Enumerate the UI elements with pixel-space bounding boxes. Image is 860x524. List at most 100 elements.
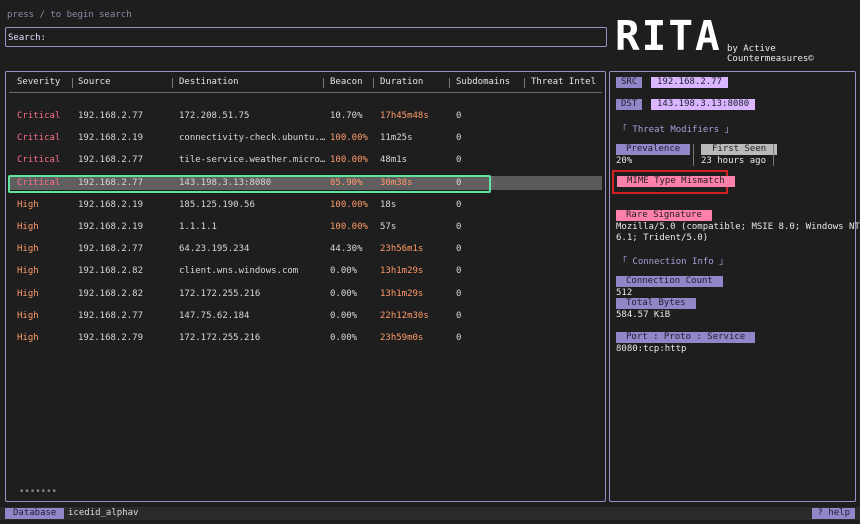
- dst-value: 143.198.3.13:8080: [651, 99, 756, 110]
- table-row[interactable]: High 192.168.2.82 172.172.255.216 0.00% 13h1…: [6, 287, 605, 301]
- pager-dots[interactable]: •••••••: [19, 487, 57, 497]
- cell-duration: 13h1m29s: [380, 266, 424, 277]
- cell-source: 192.168.2.77: [78, 244, 144, 255]
- connection-count-value: 512: [616, 288, 633, 298]
- cell-source: 192.168.2.77: [78, 111, 144, 121]
- database-name: icedid_alphav: [68, 508, 139, 518]
- cell-source: 192.168.2.77: [78, 155, 144, 166]
- col-threat-intel[interactable]: Threat Intel: [531, 77, 596, 87]
- cell-destination: 147.75.62.184: [179, 310, 250, 321]
- cell-beacon: 100.00%: [330, 155, 368, 166]
- table-row[interactable]: High 192.168.2.77 64.23.195.234 44.30% 23h56…: [6, 242, 605, 256]
- mime-mismatch-badge: MIME Type Mismatch: [617, 176, 735, 187]
- col-subdomains[interactable]: Subdomains: [456, 77, 510, 87]
- cell-severity: Critical: [17, 111, 61, 121]
- cell-subdomains: 0: [456, 155, 462, 166]
- first-seen-label: First Seen: [701, 144, 778, 155]
- cell-severity: High: [17, 266, 39, 277]
- divider: [773, 144, 774, 166]
- dst-label: DST: [616, 99, 643, 110]
- cell-severity: High: [17, 222, 39, 232]
- cell-beacon: 0.00%: [330, 333, 358, 343]
- total-bytes-label: Total Bytes: [616, 298, 696, 309]
- search-label: Search:: [8, 33, 46, 43]
- first-seen-value: 23 hours ago: [701, 156, 767, 166]
- col-divider: [524, 78, 525, 88]
- cell-destination: 1.1.1.1: [179, 222, 217, 232]
- cell-subdomains: 0: [456, 333, 462, 343]
- src-value: 192.168.2.77: [651, 77, 729, 88]
- cell-source: 192.168.2.82: [78, 266, 144, 277]
- search-hint: press / to begin search: [7, 10, 132, 20]
- port-proto-service-label: Port : Proto : Service: [616, 332, 756, 343]
- table-row[interactable]: High 192.168.2.19 1.1.1.1 100.00% 57s 0: [6, 220, 605, 234]
- cell-subdomains: 0: [456, 266, 462, 277]
- prevalence-label: Prevalence: [616, 144, 691, 155]
- col-divider: [373, 78, 374, 88]
- connection-info-title: 「 Connection Info 」: [618, 257, 729, 267]
- threat-modifiers-title: 「 Threat Modifiers 」: [618, 125, 734, 135]
- src-label: SRC: [616, 77, 643, 88]
- findings-table[interactable]: Severity Source Destination Beacon Durat…: [5, 71, 606, 502]
- rita-logo: RITA: [614, 12, 722, 60]
- cell-destination: tile-service.weather.micro…: [179, 155, 326, 166]
- cell-beacon: 0.00%: [330, 266, 358, 277]
- connection-count-label: Connection Count: [616, 276, 723, 287]
- col-destination[interactable]: Destination: [179, 77, 239, 87]
- help-button[interactable]: ? help: [812, 508, 855, 519]
- divider: [693, 144, 694, 166]
- col-beacon[interactable]: Beacon: [330, 77, 363, 87]
- cell-subdomains: 0: [456, 111, 462, 121]
- col-duration[interactable]: Duration: [380, 77, 423, 87]
- cell-subdomains: 0: [456, 222, 462, 232]
- cell-source: 192.168.2.79: [78, 333, 144, 343]
- table-row[interactable]: Critical 192.168.2.77 172.208.51.75 10.70% 1…: [6, 109, 605, 123]
- cell-source: 192.168.2.82: [78, 288, 144, 299]
- cell-destination: 172.208.51.75: [179, 111, 250, 121]
- table-row[interactable]: Critical 192.168.2.19 connectivity-check.u…: [6, 131, 605, 145]
- rare-signature-value-cont: 6.1; Trident/5.0): [616, 233, 709, 243]
- cell-destination: 172.172.255.216: [179, 333, 261, 343]
- col-divider: [72, 78, 73, 88]
- cell-destination: client.wns.windows.com: [179, 266, 299, 277]
- cell-subdomains: 0: [456, 244, 462, 255]
- cell-source: 192.168.2.19: [78, 199, 144, 210]
- cell-duration: 18s: [380, 199, 397, 210]
- table-row[interactable]: High 192.168.2.19 185.125.190.56 100.00% 18s…: [6, 198, 605, 212]
- cell-severity: High: [17, 199, 39, 210]
- cell-subdomains: 0: [456, 199, 462, 210]
- status-bar: Database icedid_alphav ? help: [0, 507, 860, 520]
- rare-signature-value: Mozilla/5.0 (compatible; MSIE 8.0; Windo…: [616, 222, 860, 232]
- cell-subdomains: 0: [456, 310, 462, 321]
- cell-beacon: 100.00%: [330, 222, 368, 232]
- cell-beacon: 100.00%: [330, 199, 368, 210]
- cell-beacon: 85.90%: [330, 177, 363, 188]
- cell-destination: 185.125.190.56: [179, 199, 255, 210]
- cell-source: 192.168.2.19: [78, 133, 144, 144]
- col-severity[interactable]: Severity: [17, 77, 60, 87]
- cell-beacon: 100.00%: [330, 133, 368, 144]
- cell-severity: High: [17, 288, 39, 299]
- col-source[interactable]: Source: [78, 77, 111, 87]
- table-row[interactable]: High 192.168.2.79 172.172.255.216 0.00% 23h5…: [6, 331, 605, 345]
- table-row[interactable]: High 192.168.2.77 147.75.62.184 0.00% 22h12m…: [6, 309, 605, 323]
- cell-subdomains: 0: [456, 288, 462, 299]
- cell-beacon: 10.70%: [330, 111, 363, 121]
- detail-panel: SRC 192.168.2.77 DST 143.198.3.13:8080 「…: [609, 71, 860, 502]
- col-divider: [449, 78, 450, 88]
- cell-source: 192.168.2.77: [78, 177, 144, 188]
- database-badge[interactable]: Database: [5, 508, 65, 519]
- table-row[interactable]: High 192.168.2.82 client.wns.windows.com 0.…: [6, 264, 605, 278]
- header-divider: [9, 92, 602, 93]
- search-box[interactable]: Search:: [5, 27, 607, 47]
- cell-subdomains: 0: [456, 133, 462, 144]
- cell-severity: Critical: [17, 177, 61, 188]
- search-input[interactable]: [44, 30, 598, 46]
- cell-beacon: 44.30%: [330, 244, 363, 255]
- cell-subdomains: 0: [456, 177, 462, 188]
- table-row[interactable]: Critical 192.168.2.77 143.198.3.13:8080 85.…: [6, 174, 605, 193]
- table-row[interactable]: Critical 192.168.2.77 tile-service.weather…: [6, 153, 605, 167]
- cell-duration: 23h56m1s: [380, 244, 424, 255]
- cell-duration: 11m25s: [380, 133, 413, 144]
- cell-duration: 30m38s: [380, 177, 413, 188]
